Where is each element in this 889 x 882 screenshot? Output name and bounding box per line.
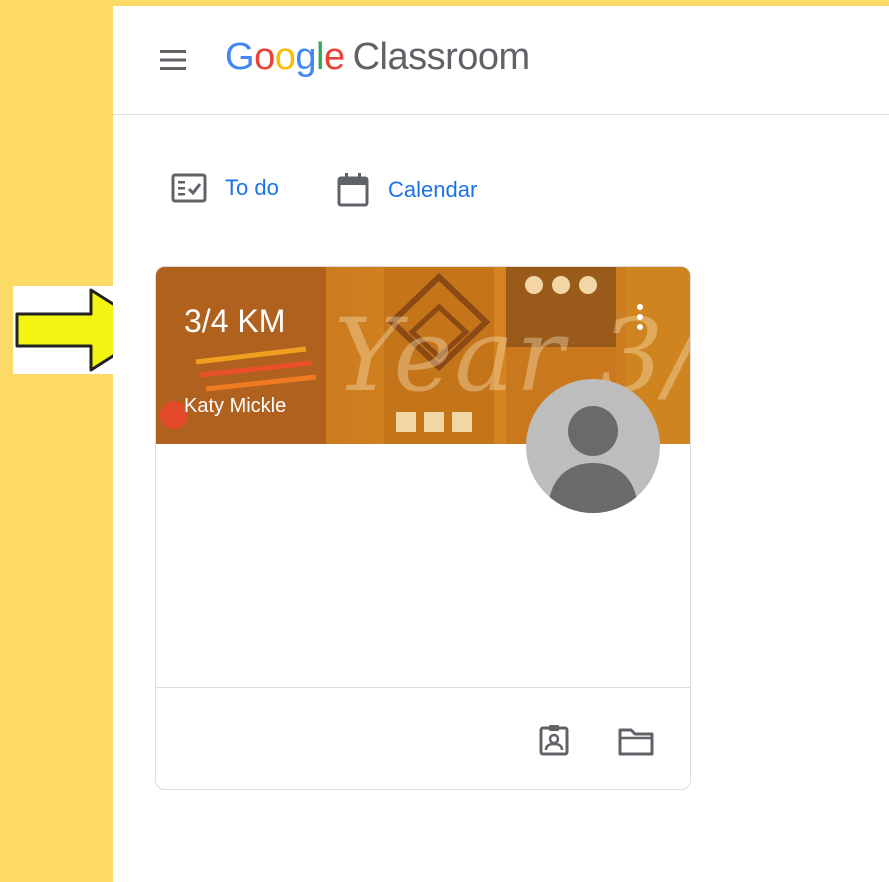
hamburger-menu-icon[interactable] [157, 48, 189, 72]
logo-letter: e [323, 36, 345, 78]
person-icon [548, 406, 638, 513]
calendar-label: Calendar [388, 177, 478, 202]
class-card-actions [156, 687, 690, 789]
teacher-avatar [526, 379, 660, 513]
classroom-window: Google Classroom To do Calendar Year 3 3… [113, 6, 889, 882]
calendar-icon [337, 173, 369, 207]
logo-letter: o [274, 36, 296, 78]
assignment-ind-icon[interactable] [538, 724, 570, 756]
top-app-bar: Google Classroom [113, 6, 889, 115]
logo-product-name: Classroom [352, 36, 531, 78]
more-vert-icon[interactable] [630, 301, 650, 337]
folder-icon[interactable] [618, 726, 654, 756]
logo-letter: g [295, 36, 316, 78]
logo-letter: o [254, 36, 275, 78]
calendar-link[interactable]: Calendar [336, 172, 477, 208]
todo-link[interactable]: To do [171, 172, 279, 204]
google-classroom-logo[interactable]: Google Classroom [225, 36, 530, 79]
assignment-checklist-icon [171, 173, 207, 203]
logo-letter: l [315, 36, 324, 78]
class-teacher-name: Katy Mickle [184, 395, 287, 417]
todo-label: To do [225, 175, 279, 200]
class-card[interactable]: Year 3/4 3/4 KM Katy Mickle [155, 266, 691, 790]
class-title[interactable]: 3/4 KM [184, 303, 285, 340]
logo-letter: G [225, 36, 255, 78]
